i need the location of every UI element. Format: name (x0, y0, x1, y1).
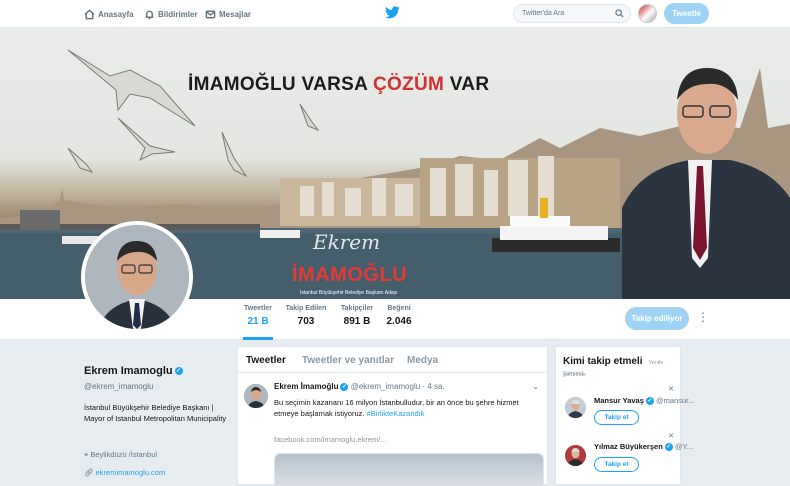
tweet-link[interactable]: facebook.com/imamoglu.ekrem/... (274, 435, 387, 444)
suggestion-avatar-image (565, 445, 586, 466)
tweet-author-name[interactable]: Ekrem İmamoğlu (274, 382, 338, 391)
stat-following-label: Takip Edilen (285, 305, 327, 312)
account-avatar[interactable] (638, 4, 657, 23)
tweet-hashtag[interactable]: #BirlikteKazandık (367, 409, 425, 418)
banner-portrait (622, 68, 790, 299)
timeline-tabs: Tweetler Tweetler ve yanıtlar Medya (238, 347, 547, 373)
banner-signature-script: Ekrem (313, 230, 381, 254)
stat-likes[interactable]: Beğeni 2.046 (385, 305, 413, 327)
suggestion-name[interactable]: Yılmaz Büyükerşen (594, 442, 663, 451)
tweet-avatar-image (244, 384, 268, 408)
follow-button[interactable]: Takip et (594, 457, 639, 472)
stat-tweets[interactable]: Tweetler 21 B (243, 305, 273, 340)
suggestion-handle[interactable]: @mansur... (656, 396, 694, 405)
verified-badge-icon: ✓ (645, 397, 654, 406)
link-icon: 🔗︎ (84, 468, 94, 477)
suggestion-avatar-image (565, 397, 586, 418)
profile-location: ⌖ Beylikdüzü /İstanbul (84, 450, 157, 460)
profile-website[interactable]: 🔗︎ ekremimamoglu.com (84, 468, 165, 477)
stat-followers[interactable]: Takipçiler 891 B (340, 305, 374, 327)
profile-location-text: Beylikdüzü /İstanbul (90, 450, 158, 459)
tab-tweets[interactable]: Tweetler (246, 355, 286, 366)
nav-notifications-label: Bildirimler (158, 9, 198, 19)
verified-badge-icon: ✓ (174, 367, 183, 376)
who-to-follow-view-all[interactable]: görüntüle (563, 372, 586, 378)
nav-messages-label: Mesajlar (219, 9, 252, 19)
nav-home-label: Anasayfa (98, 9, 134, 19)
tab-media[interactable]: Medya (407, 355, 438, 366)
stat-tweets-value: 21 B (247, 316, 269, 327)
timeline: Tweetler Tweetler ve yanıtlar Medya Ekre… (237, 346, 548, 486)
follow-button[interactable]: Takip et (594, 410, 639, 425)
profile-name: Ekrem Imamoglu (84, 365, 173, 377)
more-options-icon[interactable]: ⋮ (697, 310, 709, 324)
tweet-author-handle[interactable]: @ekrem_imamoglu (351, 382, 420, 391)
banner-signature-subtitle: İstanbul Büyükşehir Belediye Başkanı Ada… (300, 290, 398, 296)
profile-avatar-image (85, 225, 189, 329)
bell-icon (145, 10, 154, 19)
who-to-follow-heading: Kimi takip etmeli (563, 356, 643, 367)
banner-slogan: İMAMOĞLU VARSA ÇÖZÜM VAR (188, 74, 489, 96)
profile-bio: İstanbul Büyükşehir Belediye Başkanı | M… (84, 403, 227, 423)
profile-card: Ekrem Imamoglu ✓ @ekrem_imamoglu İstanbul… (78, 342, 236, 485)
banner-slogan-part2: VAR (444, 74, 490, 95)
stat-following-value: 703 (297, 316, 315, 327)
tweet-button[interactable]: Tweetle (664, 3, 709, 24)
profile-avatar[interactable] (81, 221, 193, 333)
suggestion-handle[interactable]: @Y... (675, 442, 693, 451)
banner-signature-name: İMAMOĞLU (292, 264, 408, 286)
stat-followers-label: Takipçiler (340, 305, 374, 312)
nav-home[interactable]: Anasayfa (84, 5, 134, 23)
following-button[interactable]: Takip ediliyor (625, 307, 689, 330)
close-icon[interactable]: ✕ (668, 432, 674, 440)
tweet-header: Ekrem İmamoğlu ✓ @ekrem_imamoglu · 4 sa. (274, 382, 445, 391)
location-pin-icon: ⌖ (84, 450, 89, 459)
twitter-bird-icon[interactable] (385, 6, 400, 19)
stat-followers-value: 891 B (343, 316, 371, 327)
stat-likes-value: 2.046 (386, 316, 412, 327)
tab-tweets-replies[interactable]: Tweetler ve yanıtlar (302, 355, 394, 366)
search-icon[interactable] (615, 9, 624, 18)
profile-website-text[interactable]: ekremimamoglu.com (96, 468, 166, 477)
stat-following[interactable]: Takip Edilen 703 (285, 305, 327, 327)
stat-tweets-label: Tweetler (244, 305, 272, 312)
verified-badge-icon: ✓ (340, 382, 349, 391)
tweet-text: Bu seçimin kazananı 16 milyon İstanbullu… (274, 397, 540, 419)
banner-slogan-part1: İMAMOĞLU VARSA (188, 74, 373, 95)
search-input[interactable]: Twitter'da Ara (513, 4, 631, 23)
suggestion-name-row: Mansur Yavaş ✓ @mansur... (594, 396, 694, 406)
nav-notifications[interactable]: Bildirimler (144, 5, 198, 23)
verified-badge-icon: ✓ (664, 443, 673, 452)
top-navigation-bar: Anasayfa Bildirimler Mesajlar Twitter'da… (0, 0, 790, 28)
banner-slogan-accent: ÇÖZÜM (373, 74, 445, 95)
envelope-icon (205, 10, 216, 18)
chevron-down-icon[interactable]: ⌄ (532, 382, 539, 391)
search-placeholder: Twitter'da Ara (522, 10, 565, 17)
tweet-media-preview[interactable] (274, 453, 544, 486)
close-icon[interactable]: ✕ (668, 385, 674, 393)
suggestion-avatar[interactable] (565, 397, 586, 418)
nav-messages[interactable]: Mesajlar (205, 5, 251, 23)
tweet-avatar[interactable] (244, 384, 268, 408)
suggestion-avatar[interactable] (565, 445, 586, 466)
who-to-follow-panel: Kimi takip etmeli · Yenile · Tümünü görü… (555, 346, 694, 485)
tweet-time[interactable]: · 4 sa. (422, 382, 444, 391)
profile-name-row: Ekrem Imamoglu ✓ (84, 365, 183, 377)
home-icon (84, 8, 95, 19)
suggestion-name[interactable]: Mansur Yavaş (594, 396, 644, 405)
stat-likes-label: Beğeni (387, 305, 411, 312)
profile-handle[interactable]: @ekrem_imamoglu (84, 382, 153, 391)
suggestion-name-row: Yılmaz Büyükerşen ✓ @Y... (594, 442, 693, 452)
